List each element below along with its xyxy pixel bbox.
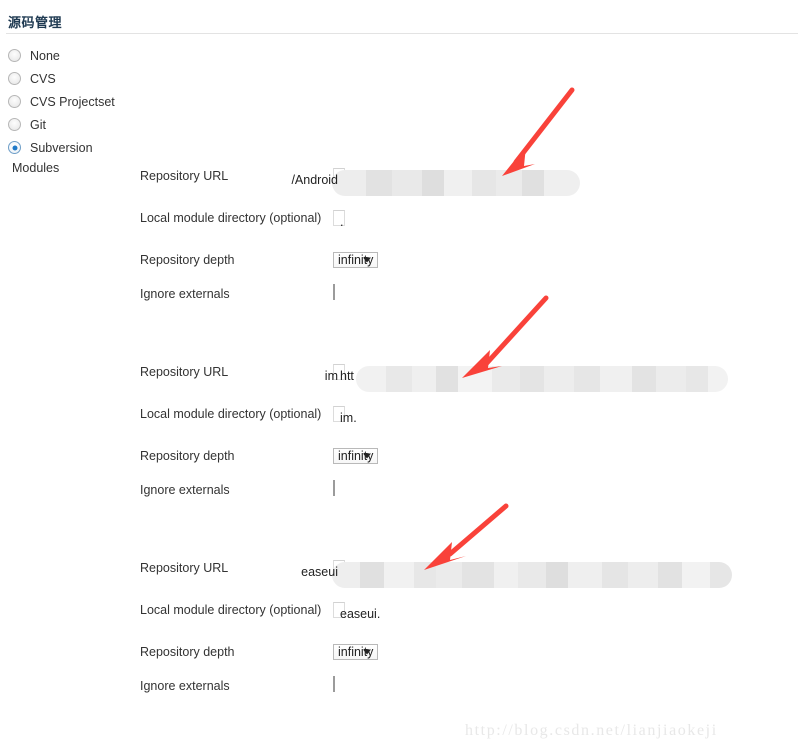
module-1-ignore-externals-row: Ignore externals bbox=[140, 283, 804, 309]
scm-option-git[interactable]: Git bbox=[8, 113, 238, 136]
scm-option-label: None bbox=[30, 48, 60, 63]
module-2-repository-url-row: Repository URL htt im bbox=[140, 361, 804, 392]
module-3-local-dir-control[interactable]: easeui. bbox=[333, 599, 380, 626]
module-1-repository-url-control[interactable]: /Android bbox=[291, 165, 580, 196]
field-label-local-module-dir: Local module directory (optional) bbox=[140, 211, 322, 225]
scm-option-cvs-projectset[interactable]: CVS Projectset bbox=[8, 90, 238, 113]
field-label-repository-url: Repository URL bbox=[140, 365, 229, 379]
page-title: 源码管理 bbox=[8, 15, 63, 30]
field-label-local-module-dir: Local module directory (optional) bbox=[140, 407, 322, 421]
chevron-down-icon[interactable] bbox=[363, 453, 372, 459]
local-module-dir-value: im. bbox=[340, 411, 357, 425]
scm-option-subversion[interactable]: Subversion bbox=[8, 136, 238, 159]
ignore-externals-checkbox[interactable] bbox=[333, 480, 335, 496]
module-3-depth-row: Repository depth infinity bbox=[140, 641, 804, 667]
module-3-depth-control[interactable]: infinity bbox=[333, 643, 379, 662]
modules-label: Modules bbox=[12, 161, 60, 175]
radio-icon-none[interactable] bbox=[8, 49, 21, 62]
module-2-local-dir-row: Local module directory (optional) im. bbox=[140, 403, 804, 429]
scm-option-label: Subversion bbox=[30, 140, 93, 155]
module-2-repository-url-control[interactable]: htt im bbox=[325, 361, 728, 392]
field-label-local-module-dir: Local module directory (optional) bbox=[140, 603, 322, 617]
module-1-depth-control[interactable]: infinity bbox=[333, 251, 379, 270]
chevron-down-icon[interactable] bbox=[363, 257, 372, 263]
field-label-ignore-externals: Ignore externals bbox=[140, 679, 230, 693]
repository-url-input[interactable]: htt im bbox=[325, 364, 728, 392]
local-module-dir-value: easeui. bbox=[340, 603, 380, 626]
radio-icon-subversion[interactable] bbox=[8, 141, 21, 154]
ignore-externals-checkbox[interactable] bbox=[333, 284, 335, 300]
repository-url-input[interactable]: easeui bbox=[301, 560, 732, 588]
module-2-ignore-externals-control[interactable] bbox=[333, 480, 335, 496]
field-label-repository-depth: Repository depth bbox=[140, 645, 235, 659]
field-label-repository-url: Repository URL bbox=[140, 561, 229, 575]
module-3-ignore-externals-control[interactable] bbox=[333, 676, 335, 692]
local-module-dir-input[interactable]: im. bbox=[333, 406, 357, 425]
radio-icon-cvs[interactable] bbox=[8, 72, 21, 85]
module-3-ignore-externals-row: Ignore externals bbox=[140, 675, 804, 701]
module-1-ignore-externals-control[interactable] bbox=[333, 284, 335, 300]
module-3-local-dir-row: Local module directory (optional) easeui… bbox=[140, 599, 804, 625]
repository-depth-select[interactable]: infinity bbox=[333, 448, 379, 464]
scm-option-cvs[interactable]: CVS bbox=[8, 67, 238, 90]
repository-depth-select[interactable]: infinity bbox=[333, 252, 379, 268]
local-module-dir-value: . bbox=[340, 215, 344, 229]
field-label-ignore-externals: Ignore externals bbox=[140, 483, 230, 497]
module-3-repository-url-control[interactable]: easeui bbox=[301, 557, 732, 588]
local-module-dir-input[interactable]: . bbox=[333, 210, 345, 229]
field-label-ignore-externals: Ignore externals bbox=[140, 287, 230, 301]
module-1-repository-url-row: Repository URL /Android bbox=[140, 165, 804, 196]
repository-depth-select[interactable]: infinity bbox=[333, 644, 379, 660]
scm-option-none[interactable]: None bbox=[8, 44, 238, 67]
field-label-repository-depth: Repository depth bbox=[140, 253, 235, 267]
field-label-repository-depth: Repository depth bbox=[140, 449, 235, 463]
radio-icon-git[interactable] bbox=[8, 118, 21, 131]
watermark-text: http://blog.csdn.net/lianjiaokeji bbox=[465, 722, 718, 739]
repository-url-visible-tail: /Android bbox=[291, 169, 338, 192]
module-2-depth-row: Repository depth infinity bbox=[140, 445, 804, 471]
module-2-depth-control[interactable]: infinity bbox=[333, 447, 379, 466]
scm-radio-group: None CVS CVS Projectset Git Subversion bbox=[8, 44, 238, 159]
local-module-dir-input[interactable]: easeui. bbox=[333, 602, 380, 626]
field-label-repository-url: Repository URL bbox=[140, 169, 229, 183]
module-1-local-dir-control[interactable]: . bbox=[333, 207, 345, 230]
module-2-ignore-externals-row: Ignore externals bbox=[140, 479, 804, 505]
repository-url-input[interactable]: /Android bbox=[291, 168, 580, 196]
scm-option-label: CVS bbox=[30, 71, 56, 86]
module-1-depth-row: Repository depth infinity bbox=[140, 249, 804, 275]
repository-url-visible-tail: easeui bbox=[301, 565, 338, 579]
scm-option-label: CVS Projectset bbox=[30, 94, 115, 109]
module-1-local-dir-row: Local module directory (optional) . bbox=[140, 207, 804, 233]
ignore-externals-checkbox[interactable] bbox=[333, 676, 335, 692]
radio-icon-cvs-projectset[interactable] bbox=[8, 95, 21, 108]
header-divider bbox=[6, 33, 798, 34]
module-2-local-dir-control[interactable]: im. bbox=[333, 403, 357, 426]
module-3-repository-url-row: Repository URL easeui bbox=[140, 557, 804, 588]
chevron-down-icon[interactable] bbox=[363, 649, 372, 655]
repository-url-visible-head: htt bbox=[340, 365, 354, 388]
scm-option-label: Git bbox=[30, 117, 46, 132]
repository-url-visible-tail: im bbox=[325, 365, 338, 388]
